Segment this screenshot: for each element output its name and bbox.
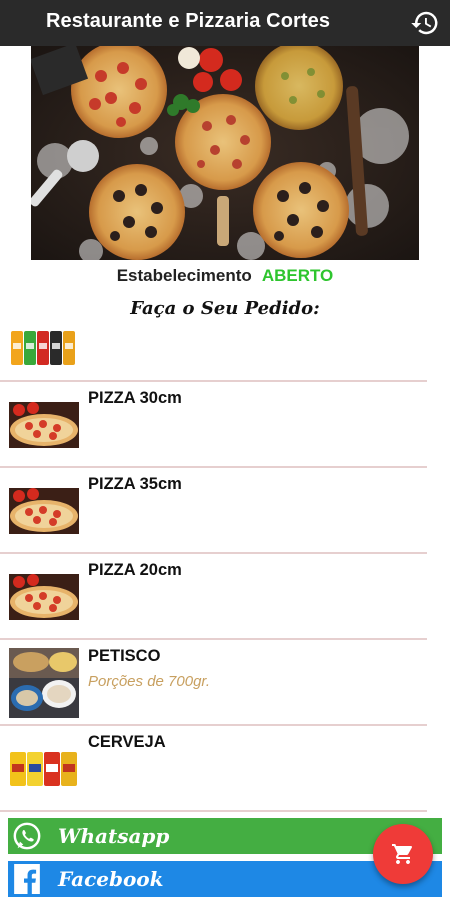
history-button[interactable]	[408, 6, 442, 40]
establishment-status: Estabelecimento ABERTO	[0, 266, 450, 286]
pizza-image	[9, 488, 79, 534]
whatsapp-label: Whatsapp	[58, 824, 170, 848]
menu-item-pizza-30[interactable]: PIZZA 30cm	[0, 382, 427, 468]
facebook-icon	[10, 862, 44, 896]
facebook-label: Facebook	[58, 867, 164, 891]
menu-item-pizza-20[interactable]: PIZZA 20cm	[0, 554, 427, 640]
menu-item-name: PETISCO	[88, 647, 161, 665]
pizza-image	[9, 402, 79, 448]
pizza-image	[9, 574, 79, 620]
menu-item-name: PIZZA 20cm	[88, 561, 182, 579]
status-value: ABERTO	[261, 266, 334, 285]
menu-item-pizza-35[interactable]: PIZZA 35cm	[0, 468, 427, 554]
soft-drinks-image	[9, 327, 79, 367]
order-headline: Faça o Seu Pedido:	[130, 298, 320, 319]
app-bar: Restaurante e Pizzaria Cortes	[0, 0, 450, 46]
history-icon	[411, 11, 438, 35]
petisco-image	[9, 648, 79, 718]
cart-button[interactable]	[373, 824, 433, 884]
app-title: Restaurante e Pizzaria Cortes	[46, 10, 331, 32]
cart-icon	[392, 844, 413, 864]
beer-cans-image	[9, 746, 79, 790]
status-label: Estabelecimento	[116, 266, 252, 285]
banner-image	[31, 46, 419, 260]
menu-item-cerveja[interactable]: CERVEJA	[0, 726, 427, 812]
whatsapp-icon	[10, 819, 44, 853]
menu-item-name: PIZZA 35cm	[88, 475, 182, 493]
menu-item-drinks[interactable]	[0, 323, 427, 382]
menu-item-name: PIZZA 30cm	[88, 389, 182, 407]
menu-item-name: CERVEJA	[88, 733, 166, 751]
menu-item-description: Porções de 700gr.	[88, 673, 211, 690]
menu-list: PIZZA 30cm PIZZA 35cm PIZZA 20cm PETISCO…	[0, 323, 450, 812]
menu-item-petisco[interactable]: PETISCO Porções de 700gr.	[0, 640, 427, 726]
